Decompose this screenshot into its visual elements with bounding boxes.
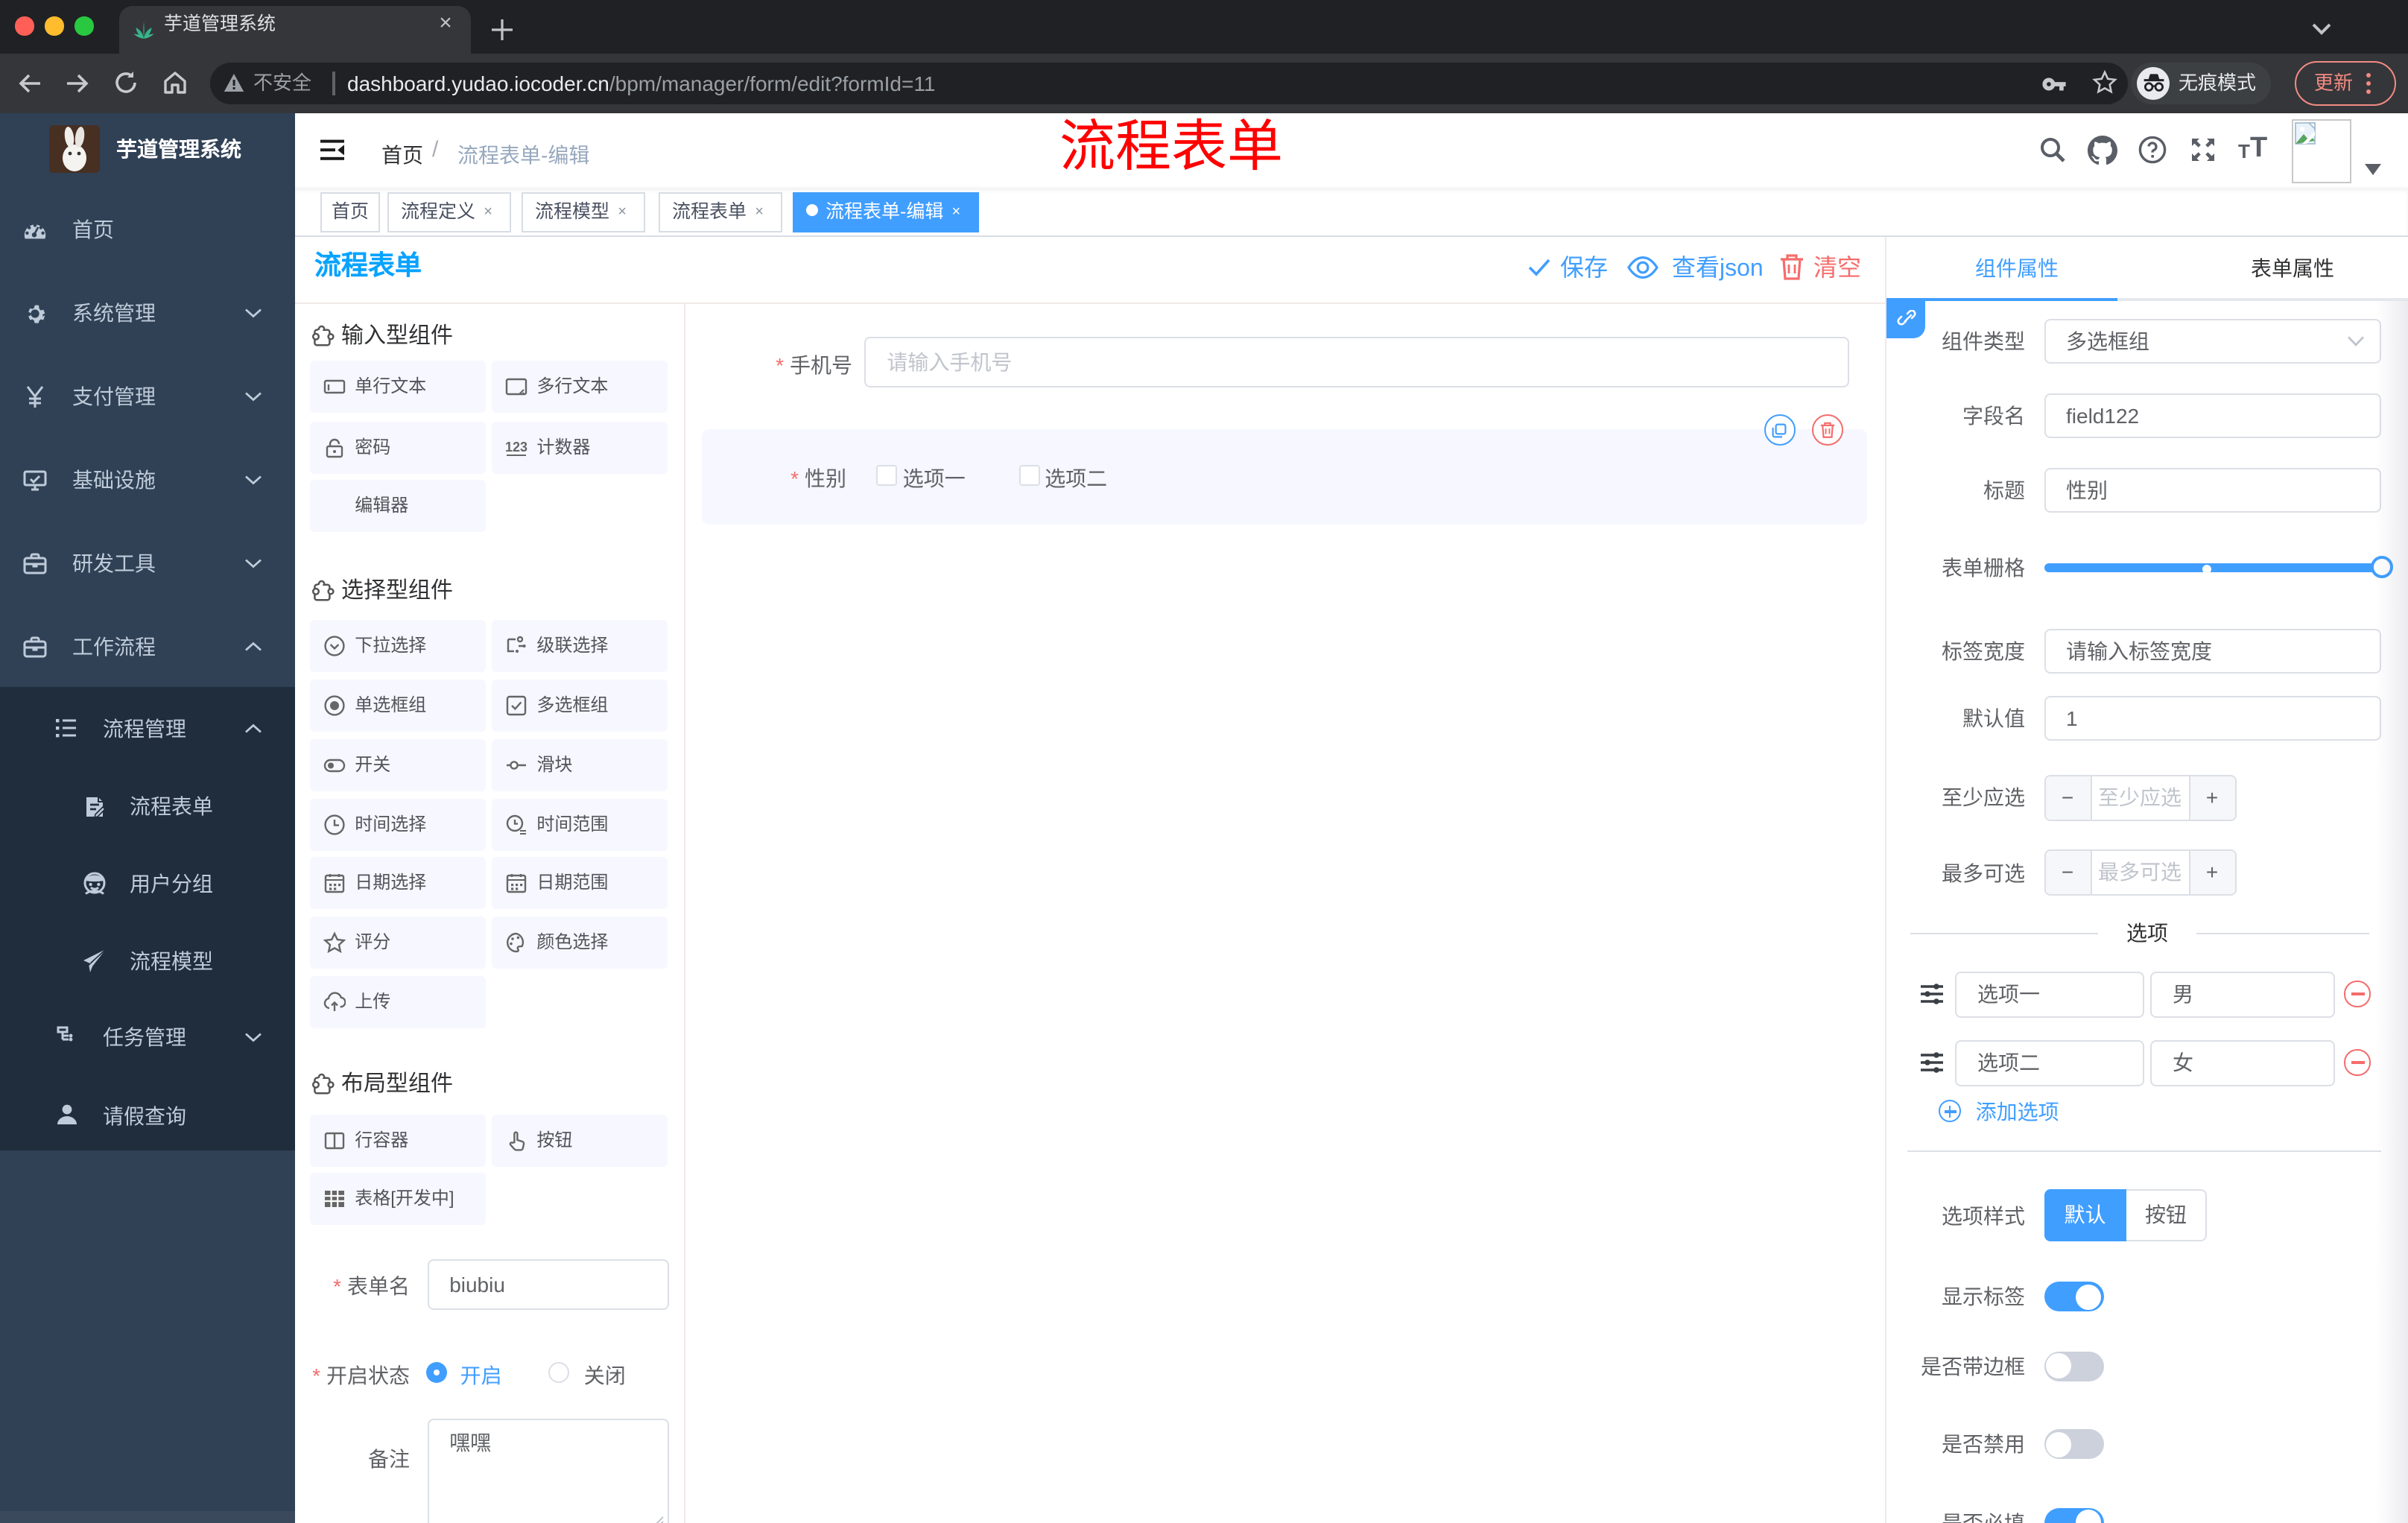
svg-text:123: 123 [505,440,527,455]
